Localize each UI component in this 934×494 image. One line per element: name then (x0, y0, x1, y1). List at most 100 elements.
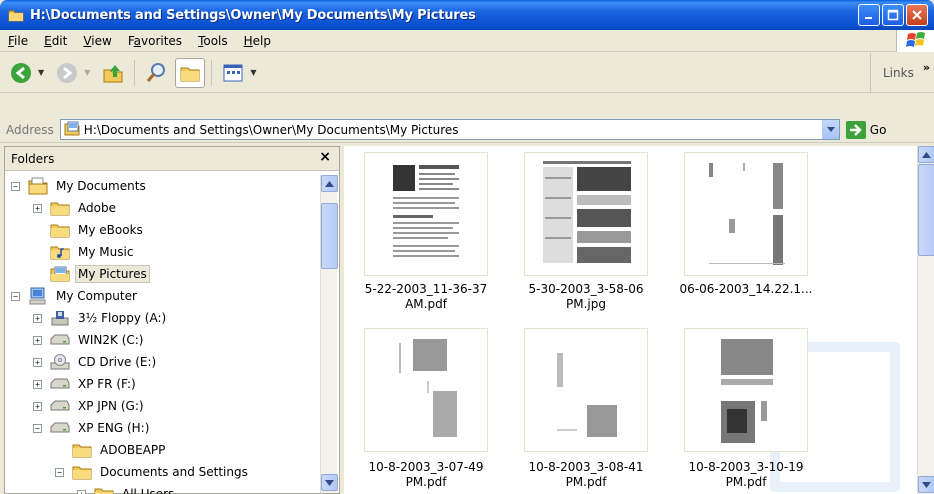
menu-tools[interactable]: Tools (190, 34, 236, 48)
up-button[interactable] (98, 58, 128, 88)
collapse-toggle[interactable]: − (11, 291, 20, 301)
scroll-thumb[interactable] (321, 203, 338, 269)
pdf-page-preview-icon (387, 333, 467, 447)
chevron-down-icon (922, 481, 931, 488)
folders-button[interactable] (175, 57, 206, 88)
address-field[interactable]: H:\Documents and Settings\Owner\My Docum… (59, 119, 840, 140)
file-thumbnail[interactable] (364, 152, 488, 276)
go-button[interactable]: Go (845, 120, 886, 139)
file-name-line: 06-06-2003_14.22.1... (679, 282, 813, 296)
tree-item-all-users[interactable]: + All Users (77, 483, 176, 494)
scroll-up-button[interactable] (918, 146, 934, 163)
folders-scrollbar[interactable] (320, 175, 338, 493)
expand-toggle[interactable]: + (33, 313, 42, 323)
pdf-page-preview-icon (707, 333, 787, 447)
up-folder-icon (103, 64, 123, 82)
scroll-down-button[interactable] (918, 476, 934, 493)
tree-item-label: Adobe (78, 201, 116, 215)
scroll-thumb[interactable] (918, 164, 934, 256)
pdf-page-preview-icon (547, 333, 627, 447)
tree-item-label: Documents and Settings (100, 465, 248, 479)
tree-item-my-pictures[interactable]: My Pictures (50, 263, 150, 285)
expand-toggle[interactable]: + (33, 357, 42, 367)
folder-icon (50, 200, 70, 216)
chevron-down-icon (325, 479, 334, 486)
file-name[interactable]: 10-8-2003_3-07-49 PM.pdf (351, 460, 501, 490)
menu-help[interactable]: Help (236, 34, 279, 48)
links-toolbar[interactable]: Links » (870, 53, 934, 93)
tree-item-label: My eBooks (78, 223, 143, 237)
tree-item-my-ebooks[interactable]: My eBooks (50, 219, 145, 241)
menu-view[interactable]: View (75, 34, 119, 48)
search-button[interactable] (141, 58, 171, 88)
tree-item-label: XP JPN (G:) (78, 399, 144, 413)
close-button[interactable] (906, 4, 928, 26)
tree-item-win2k[interactable]: + WIN2K (C:) (33, 329, 145, 351)
menu-file[interactable]: File (0, 34, 36, 48)
collapse-toggle[interactable]: − (55, 467, 64, 477)
scroll-down-button[interactable] (321, 474, 338, 491)
tree-item-my-music[interactable]: My Music (50, 241, 135, 263)
tree-item-my-computer[interactable]: − My Computer (11, 285, 139, 307)
go-arrow-icon (845, 120, 866, 139)
tree-item-floppy[interactable]: + 3½ Floppy (A:) (33, 307, 168, 329)
tree-item-cd-drive[interactable]: + CD Drive (E:) (33, 351, 158, 373)
tree-item-my-documents[interactable]: − My Documents (11, 175, 148, 197)
file-name[interactable]: 10-8-2003_3-10-19 PM.pdf (671, 460, 821, 490)
tree-item-adobeapp[interactable]: ADOBEAPP (72, 439, 167, 461)
forward-dropdown-icon[interactable]: ▼ (84, 68, 90, 77)
menu-edit[interactable]: Edit (36, 34, 75, 48)
menu-accelerator: H (243, 33, 253, 48)
cd-drive-icon (50, 354, 70, 370)
folder-tree: − My Documents + Adobe My eBooks My Musi… (5, 175, 317, 494)
tree-item-xp-fr[interactable]: + XP FR (F:) (33, 373, 138, 395)
tree-item-documents-and-settings[interactable]: − Documents and Settings (55, 461, 250, 483)
pictures-folder-icon (50, 266, 70, 282)
forward-button[interactable] (52, 58, 82, 88)
views-button[interactable] (218, 58, 248, 88)
folder-icon (94, 486, 114, 494)
file-thumbnail[interactable] (524, 152, 648, 276)
maximize-button[interactable] (882, 4, 904, 26)
file-name[interactable]: 5-30-2003_3-58-06 PM.jpg (511, 282, 661, 312)
expand-toggle[interactable]: + (33, 335, 42, 345)
views-dropdown-icon[interactable]: ▼ (250, 68, 256, 77)
tree-item-label: WIN2K (C:) (78, 333, 144, 347)
drive-icon (50, 377, 70, 391)
file-name[interactable]: 06-06-2003_14.22.1... (671, 282, 821, 297)
links-chevron-icon[interactable]: » (923, 61, 930, 74)
tree-item-label: My Documents (56, 179, 146, 193)
scroll-up-button[interactable] (321, 175, 338, 192)
file-thumbnail[interactable] (684, 328, 808, 452)
back-button[interactable] (6, 58, 36, 88)
file-name[interactable]: 5-22-2003_11-36-37 AM.pdf (351, 282, 501, 312)
tree-item-xp-jpn[interactable]: + XP JPN (G:) (33, 395, 146, 417)
file-name-line: PM.pdf (725, 475, 767, 489)
folders-close-button[interactable]: × (319, 149, 331, 165)
search-icon (147, 62, 166, 82)
expand-toggle[interactable]: + (33, 379, 42, 389)
file-name-line: 5-22-2003_11-36-37 (364, 282, 488, 296)
collapse-toggle[interactable]: − (33, 423, 42, 433)
menu-accelerator: a (133, 33, 141, 48)
tree-item-xp-eng[interactable]: − XP ENG (H:) (33, 417, 151, 439)
file-thumbnail[interactable] (684, 152, 808, 276)
file-thumbnail[interactable] (524, 328, 648, 452)
expand-toggle[interactable]: + (33, 401, 42, 411)
expand-toggle[interactable]: + (77, 489, 86, 494)
forward-arrow-icon (57, 62, 78, 83)
address-dropdown-button[interactable] (821, 120, 839, 139)
back-dropdown-icon[interactable]: ▼ (38, 68, 44, 77)
window-title: H:\Documents and Settings\Owner\My Docum… (30, 7, 476, 23)
collapse-toggle[interactable]: − (11, 181, 20, 191)
minimize-button[interactable] (858, 4, 880, 26)
views-icon (223, 64, 243, 81)
tree-item-adobe[interactable]: + Adobe (33, 197, 118, 219)
file-view-scrollbar[interactable] (917, 146, 934, 494)
title-bar[interactable]: H:\Documents and Settings\Owner\My Docum… (0, 0, 934, 30)
expand-toggle[interactable]: + (33, 203, 42, 213)
file-name[interactable]: 10-8-2003_3-08-41 PM.pdf (511, 460, 661, 490)
folder-icon (50, 222, 70, 238)
menu-favorites[interactable]: Favorites (120, 34, 190, 48)
file-thumbnail[interactable] (364, 328, 488, 452)
